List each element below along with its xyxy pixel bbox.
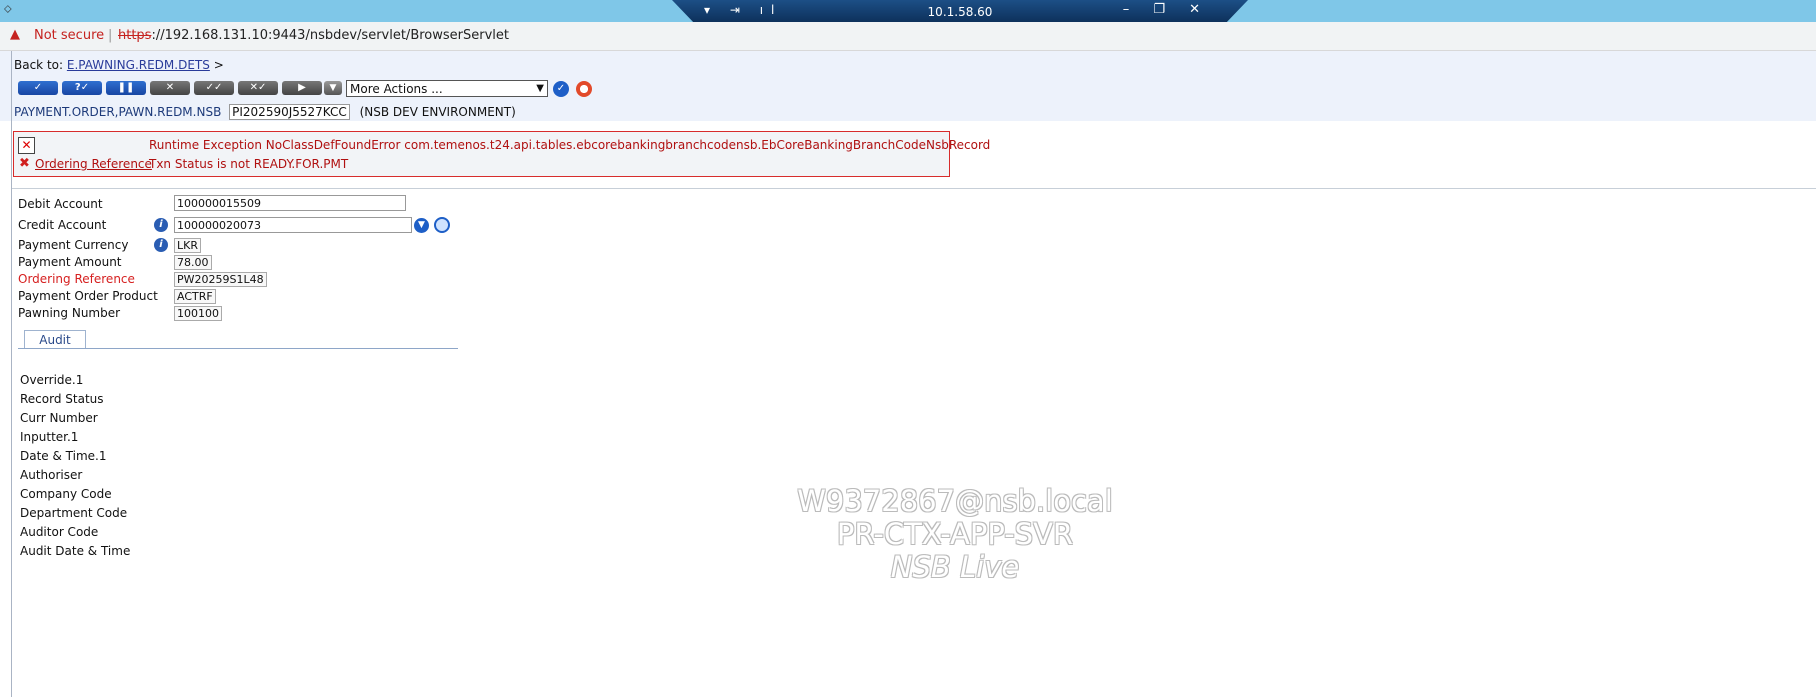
remote-session-bar: ⬦ ▾ ⇥ ıl 10.1.58.60 – ❐ ✕ [0, 0, 1816, 24]
url-path: ://192.168.131.10:9443/nsbdev/servlet/Br… [151, 28, 509, 43]
authorise-button[interactable]: ✓✓ [194, 81, 234, 95]
url-protocol: https [118, 28, 152, 43]
more-actions-value: More Actions ... [350, 82, 443, 96]
audit-field-label: Curr Number [20, 411, 98, 425]
application-name: PAYMENT.ORDER,PAWN.REDM.NSB [14, 105, 222, 119]
debit-account-label: Debit Account [18, 197, 103, 211]
hold-button[interactable]: ❚❚ [106, 81, 146, 95]
credit-account-input[interactable]: 100000020073 [174, 217, 412, 233]
audit-field-label: Inputter.1 [20, 430, 79, 444]
ordering-reference-value: PW20259S1L48 [174, 272, 267, 287]
remote-connection-tab[interactable]: ▾ ⇥ ıl 10.1.58.60 – ❐ ✕ [672, 0, 1248, 24]
error-field-link[interactable]: Ordering Reference [35, 157, 152, 171]
validate-button[interactable]: ?✓ [62, 81, 102, 95]
watermark-user: W9372867@nsb.local [797, 484, 1113, 518]
print-icon[interactable]: ▼ [324, 81, 342, 95]
next-button[interactable]: ▶ [282, 81, 322, 95]
commit-button[interactable]: ✓ [18, 81, 58, 95]
error-message: Runtime Exception NoClassDefFoundError c… [149, 138, 991, 152]
environment-label: (NSB DEV ENVIRONMENT) [359, 105, 516, 119]
app-icon: ⬦ [4, 2, 12, 15]
payment-order-product-value: ACTRF [174, 289, 216, 304]
url-text[interactable]: https://192.168.131.10:9443/nsbdev/servl… [118, 28, 509, 43]
delete-button[interactable]: ✕ [150, 81, 190, 95]
close-icon[interactable]: ✕ [18, 137, 35, 154]
back-to-label: Back to: [14, 58, 64, 72]
pawning-number-value: 100100 [174, 306, 222, 321]
section-divider [12, 188, 1816, 189]
application-line: PAYMENT.ORDER,PAWN.REDM.NSB PI202590J552… [14, 104, 516, 120]
search-icon[interactable] [434, 217, 450, 233]
audit-field-label: Record Status [20, 392, 104, 406]
breadcrumb: Back to: E.PAWNING.REDM.DETS > [14, 58, 224, 72]
audit-field-label: Company Code [20, 487, 112, 501]
payment-order-product-label: Payment Order Product [18, 289, 158, 303]
not-secure-label[interactable]: Not secure [34, 28, 104, 43]
audit-field-label: Auditor Code [20, 525, 99, 539]
dropdown-icon[interactable]: ▼ [414, 218, 429, 233]
info-icon[interactable]: i [154, 218, 168, 232]
window-controls[interactable]: – ❐ ✕ [1123, 2, 1210, 17]
watermark-server: PR-CTX-APP-SVR [836, 517, 1074, 551]
audit-field-label: Override.1 [20, 373, 84, 387]
tab-audit[interactable]: Audit [24, 330, 86, 349]
back-to-link[interactable]: E.PAWNING.REDM.DETS [67, 58, 210, 72]
audit-field-label: Authoriser [20, 468, 83, 482]
audit-field-label: Department Code [20, 506, 128, 520]
back-to-suffix: > [213, 58, 224, 72]
payment-amount-label: Payment Amount [18, 255, 122, 269]
session-watermark: W9372867@nsb.local PR-CTX-APP-SVR NSB Li… [770, 485, 1140, 584]
left-frame-border [11, 51, 12, 697]
audit-field-label: Date & Time.1 [20, 449, 107, 463]
ordering-reference-label: Ordering Reference [18, 272, 135, 286]
chevron-down-icon: ▼ [536, 83, 544, 94]
transaction-id-field[interactable]: PI202590J5527KCC [229, 104, 350, 120]
reverse-button[interactable]: ✕✓ [238, 81, 278, 95]
payment-currency-label: Payment Currency [18, 238, 129, 252]
payment-currency-value: LKR [174, 238, 201, 253]
error-field-message: Txn Status is not READY.FOR.PMT [149, 157, 349, 171]
warning-icon[interactable]: ▲ [10, 27, 20, 42]
help-icon[interactable] [576, 81, 592, 97]
more-actions-select[interactable]: More Actions ... ▼ [346, 80, 548, 97]
error-icon: ✖ [19, 156, 30, 171]
pawning-number-label: Pawning Number [18, 306, 121, 320]
go-button[interactable]: ✓ [553, 81, 569, 97]
address-separator: | [108, 28, 113, 43]
address-bar[interactable]: ▲ Not secure | https://192.168.131.10:94… [0, 22, 1816, 51]
credit-account-label: Credit Account [18, 218, 107, 232]
watermark-environment: NSB Live [890, 550, 1020, 584]
tab-underline [18, 348, 458, 349]
payment-amount-value: 78.00 [174, 255, 212, 270]
info-icon[interactable]: i [154, 238, 168, 252]
error-panel: ✕ Runtime Exception NoClassDefFoundError… [13, 131, 990, 177]
debit-account-input[interactable]: 100000015509 [174, 195, 406, 211]
audit-field-label: Audit Date & Time [20, 544, 131, 558]
